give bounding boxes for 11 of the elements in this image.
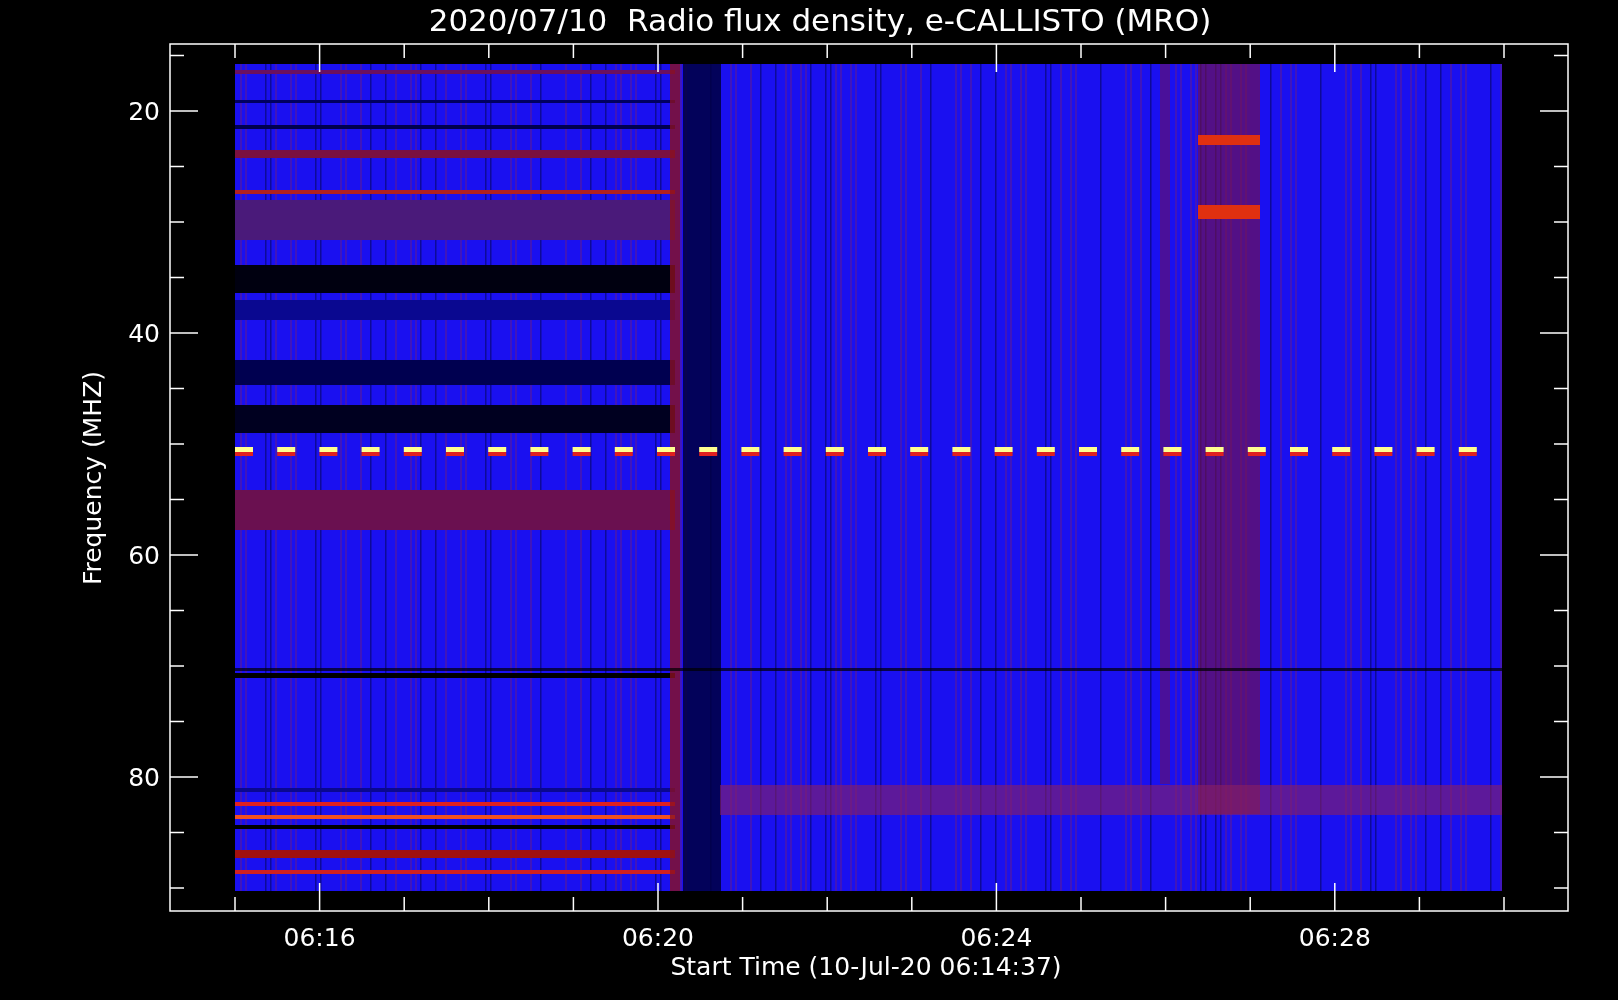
- y-axis-label: Frequency (MHZ): [78, 370, 107, 586]
- y-tick-label: 60: [128, 541, 160, 570]
- x-tick-label: 06:24: [960, 923, 1033, 952]
- x-tick-label: 06:20: [622, 923, 694, 952]
- y-tick-label: 40: [128, 319, 160, 348]
- y-tick-label: 20: [128, 97, 160, 126]
- y-tick-label: 80: [128, 763, 160, 792]
- chart-title: 2020/07/10 Radio flux density, e-CALLISTO (MRO): [428, 2, 1212, 38]
- x-tick-label: 06:28: [1298, 923, 1371, 952]
- x-tick-label: 06:16: [283, 923, 356, 952]
- x-axis-label: Start Time (10-Jul-20 06:14:37): [670, 952, 1062, 981]
